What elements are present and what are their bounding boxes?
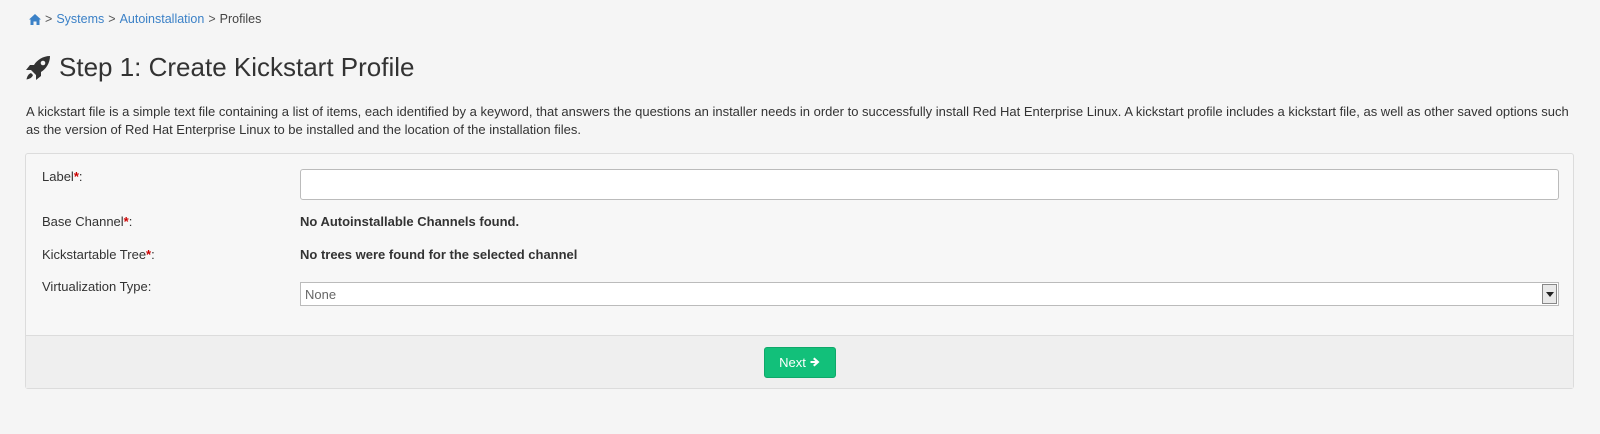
form-body: Label*: Base Channel*: No Autoinstallabl… [26,154,1573,337]
kickstartable-tree-colon: : [151,247,155,262]
label-input[interactable] [300,169,1559,200]
kickstartable-tree-value: No trees were found for the selected cha… [300,247,578,262]
base-channel-value: No Autoinstallable Channels found. [300,214,520,229]
breadcrumb-systems-link[interactable]: Systems [56,12,104,26]
breadcrumb: > Systems > Autoinstallation > Profiles [29,12,261,26]
dropdown-arrow-icon[interactable] [1542,284,1557,304]
breadcrumb-separator: > [208,12,216,26]
label-field-label: Label*: [42,169,83,184]
home-icon[interactable] [29,13,41,25]
next-button-label: Next [779,354,806,370]
page-title-text: Step 1: Create Kickstart Profile [59,52,415,82]
virtualization-type-selected: None [305,287,337,302]
base-channel-text: Base Channel [42,214,124,229]
page-title: Step 1: Create Kickstart Profile [25,52,414,83]
next-button[interactable]: Next [763,346,836,378]
rocket-icon [26,55,50,80]
kickstartable-tree-text: Kickstartable Tree [42,247,147,262]
base-channel-label: Base Channel*: [42,214,132,229]
breadcrumb-separator: > [108,12,116,26]
kickstartable-tree-label: Kickstartable Tree*: [42,247,155,262]
arrow-right-icon [810,357,820,367]
virtualization-type-label: Virtualization Type: [42,279,152,294]
label-text: Label [42,169,74,184]
breadcrumb-current: Profiles [219,12,262,26]
label-colon: : [78,169,83,184]
base-channel-colon: : [128,214,133,229]
kickstart-form-panel: Label*: Base Channel*: No Autoinstallabl… [25,153,1574,389]
breadcrumb-autoinstallation-link[interactable]: Autoinstallation [120,12,205,26]
virtualization-type-select[interactable]: None [300,282,1559,306]
breadcrumb-separator: > [45,12,53,26]
page-description: A kickstart file is a simple text file c… [26,104,1569,137]
form-footer: Next [26,335,1573,388]
